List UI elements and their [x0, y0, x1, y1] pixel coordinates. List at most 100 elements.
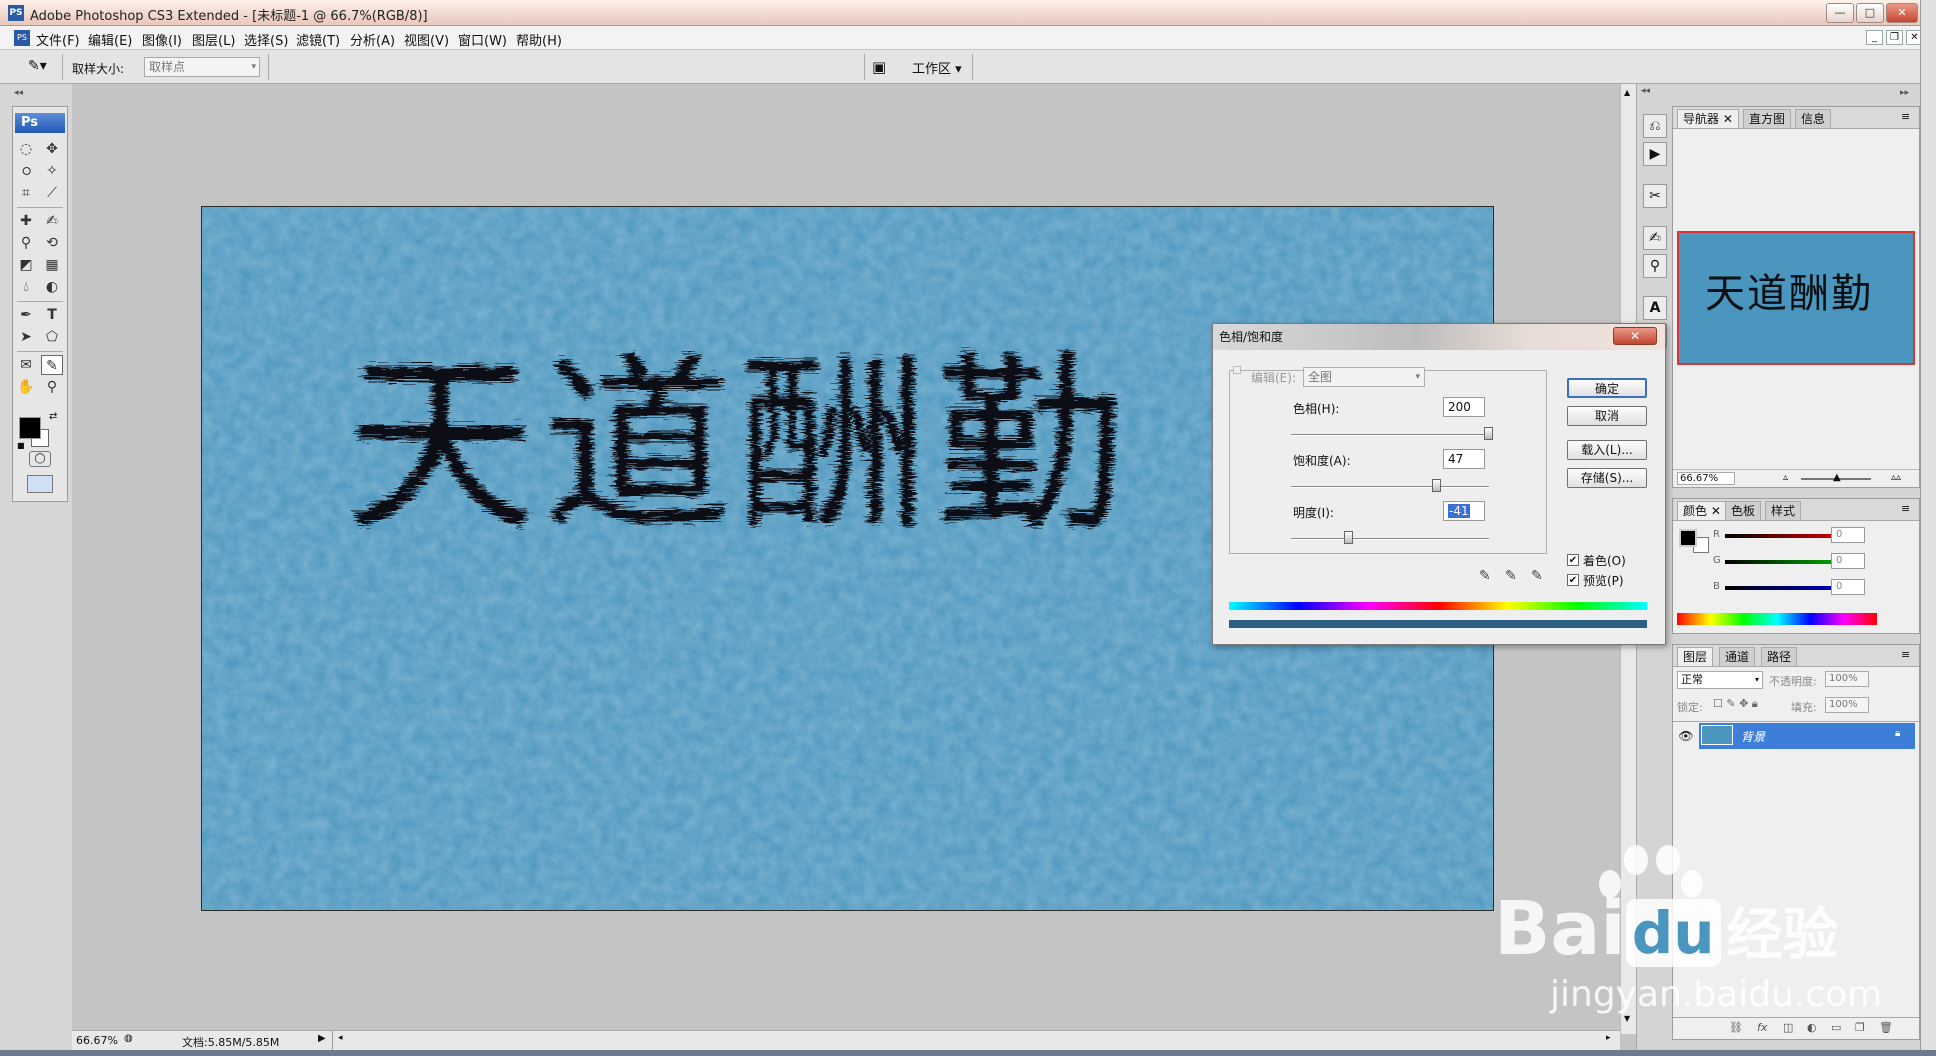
edit-select[interactable]: 全图 ▾: [1303, 367, 1425, 387]
hand-tool-icon[interactable]: ✋: [15, 377, 37, 397]
panel-menu-icon[interactable]: ≡: [1901, 648, 1910, 661]
b-value-field[interactable]: 0: [1831, 579, 1865, 595]
menu-file[interactable]: 文件(F): [36, 30, 80, 49]
collapse-arrows-icon[interactable]: ◂◂: [14, 88, 23, 98]
tab-paths[interactable]: 路径: [1761, 647, 1798, 666]
marquee-tool-icon[interactable]: ◌: [15, 139, 37, 159]
layer-row-background[interactable]: 背景 🔒︎: [1699, 723, 1915, 749]
expand-arrows-icon[interactable]: ◂◂: [1641, 86, 1650, 96]
magic-wand-tool-icon[interactable]: ✧: [41, 161, 63, 181]
workspace-menu[interactable]: 工作区 ▾: [912, 58, 962, 77]
minimize-button[interactable]: —: [1826, 3, 1854, 23]
tab-styles[interactable]: 样式: [1765, 501, 1802, 520]
panel-menu-icon[interactable]: ≡: [1901, 502, 1910, 515]
zoom-in-icon[interactable]: ▵▵: [1891, 472, 1901, 483]
menu-layer[interactable]: 图层(L): [192, 30, 235, 49]
pen-tool-icon[interactable]: ✒: [15, 305, 37, 325]
load-button[interactable]: 载入(L)...: [1567, 440, 1647, 460]
menu-image[interactable]: 图像(I): [142, 30, 182, 49]
zoom-slider-thumb[interactable]: ▲: [1833, 472, 1841, 483]
shape-tool-icon[interactable]: ⬠: [41, 327, 63, 347]
swap-colors-icon[interactable]: ⇄: [49, 411, 57, 422]
tab-color[interactable]: 颜色 ✕: [1677, 501, 1727, 520]
actions-panel-icon[interactable]: ▶: [1643, 142, 1667, 166]
zoom-tool-icon[interactable]: ⚲: [41, 377, 63, 397]
save-button[interactable]: 存储(S)...: [1567, 468, 1647, 488]
delete-layer-icon[interactable]: 🗑︎: [1879, 1021, 1893, 1034]
slice-tool-icon[interactable]: ⟋: [41, 183, 63, 203]
link-layers-icon[interactable]: ⛓: [1729, 1021, 1743, 1034]
lightness-slider-track[interactable]: [1291, 538, 1489, 540]
color-ramp[interactable]: [1677, 613, 1877, 625]
crop-tool-icon[interactable]: ⌗: [15, 183, 37, 203]
healing-brush-tool-icon[interactable]: ✚: [15, 211, 37, 231]
scroll-up-icon[interactable]: ▲: [1624, 88, 1630, 97]
tab-layers[interactable]: 图层: [1677, 647, 1714, 666]
navigator-preview[interactable]: 天道酬勤: [1677, 231, 1915, 365]
fill-field[interactable]: 100%: [1825, 697, 1869, 713]
eyedropper-minus-icon[interactable]: ✎: [1531, 568, 1543, 584]
saturation-slider-thumb[interactable]: [1431, 479, 1441, 492]
tab-swatches[interactable]: 色板: [1725, 501, 1762, 520]
dialog-close-button[interactable]: ✕: [1613, 327, 1657, 345]
ok-button[interactable]: 确定: [1567, 378, 1647, 398]
lightness-field[interactable]: -41: [1443, 501, 1485, 521]
gradient-tool-icon[interactable]: ▦: [41, 255, 63, 275]
g-value-field[interactable]: 0: [1831, 553, 1865, 569]
notes-tool-icon[interactable]: ✉: [15, 355, 37, 375]
history-brush-tool-icon[interactable]: ⟲: [41, 233, 63, 253]
character-panel-icon[interactable]: A: [1643, 296, 1667, 320]
menu-view[interactable]: 视图(V): [404, 30, 449, 49]
eyedropper-plus-icon[interactable]: ✎: [1505, 568, 1517, 584]
menu-select[interactable]: 选择(S): [244, 30, 288, 49]
close-button[interactable]: ✕: [1886, 3, 1918, 23]
colorize-checkbox[interactable]: ✔: [1567, 554, 1579, 566]
status-menu-arrow-icon[interactable]: ▶: [318, 1033, 326, 1044]
scroll-right-icon[interactable]: ▸: [1606, 1033, 1611, 1043]
layer-mask-icon[interactable]: ◫: [1783, 1021, 1793, 1034]
brushes-panel-icon[interactable]: ✍: [1643, 226, 1667, 250]
quick-mask-icon[interactable]: ◯: [29, 451, 51, 467]
sample-size-select[interactable]: 取样点 ▾: [144, 57, 260, 77]
saturation-field[interactable]: 47: [1443, 449, 1485, 469]
lock-icons[interactable]: ☐ ✎ ✥ 🔒︎: [1713, 697, 1758, 711]
hue-field[interactable]: 200: [1443, 397, 1485, 417]
blur-tool-icon[interactable]: 💧︎: [15, 277, 37, 297]
opacity-field[interactable]: 100%: [1825, 671, 1869, 687]
clone-source-panel-icon[interactable]: ⚲: [1643, 254, 1667, 278]
adjustment-layer-icon[interactable]: ◐: [1807, 1021, 1817, 1034]
move-tool-icon[interactable]: ✥: [41, 139, 63, 159]
menu-window[interactable]: 窗口(W): [458, 30, 507, 49]
foreground-color-chip[interactable]: [1679, 529, 1697, 547]
type-tool-icon[interactable]: T: [41, 305, 63, 325]
menu-filter[interactable]: 滤镜(T): [296, 30, 340, 49]
hue-slider-track[interactable]: [1291, 434, 1489, 436]
collapse-dock-icon[interactable]: ▸▸: [1900, 88, 1909, 98]
tab-channels[interactable]: 通道: [1719, 647, 1756, 666]
cancel-button[interactable]: 取消: [1567, 406, 1647, 426]
menu-edit[interactable]: 编辑(E): [88, 30, 132, 49]
tab-navigator[interactable]: 导航器 ✕: [1677, 109, 1739, 128]
navigator-zoom-field[interactable]: 66.67%: [1677, 472, 1735, 485]
menu-help[interactable]: 帮助(H): [516, 30, 562, 49]
new-group-icon[interactable]: ▭: [1831, 1021, 1841, 1034]
panel-menu-icon[interactable]: ≡: [1901, 110, 1910, 123]
eye-visibility-icon[interactable]: 👁︎: [1675, 723, 1697, 749]
layer-style-icon[interactable]: fx: [1757, 1021, 1767, 1034]
preview-icon[interactable]: ◍: [124, 1033, 133, 1044]
saturation-slider-track[interactable]: [1291, 486, 1489, 488]
eraser-tool-icon[interactable]: ◩: [15, 255, 37, 275]
path-selection-tool-icon[interactable]: ➤: [15, 327, 37, 347]
eyedropper-tool-icon[interactable]: ✎: [41, 355, 63, 375]
file-browser-icon[interactable]: ▣: [872, 58, 886, 76]
maximize-button[interactable]: □: [1856, 3, 1884, 23]
screen-mode-icon[interactable]: [27, 475, 53, 493]
brush-tool-icon[interactable]: ✍: [41, 211, 63, 231]
hue-slider-thumb[interactable]: [1484, 427, 1493, 440]
close-tab-icon[interactable]: ✕: [1711, 504, 1721, 518]
preview-checkbox[interactable]: ✔: [1567, 574, 1579, 586]
scroll-left-icon[interactable]: ◂: [338, 1033, 343, 1043]
tool-presets-panel-icon[interactable]: ✂: [1643, 184, 1667, 208]
doc-restore-button[interactable]: ❐: [1886, 30, 1903, 45]
dialog-title-bar[interactable]: 色相/饱和度: [1213, 324, 1665, 350]
